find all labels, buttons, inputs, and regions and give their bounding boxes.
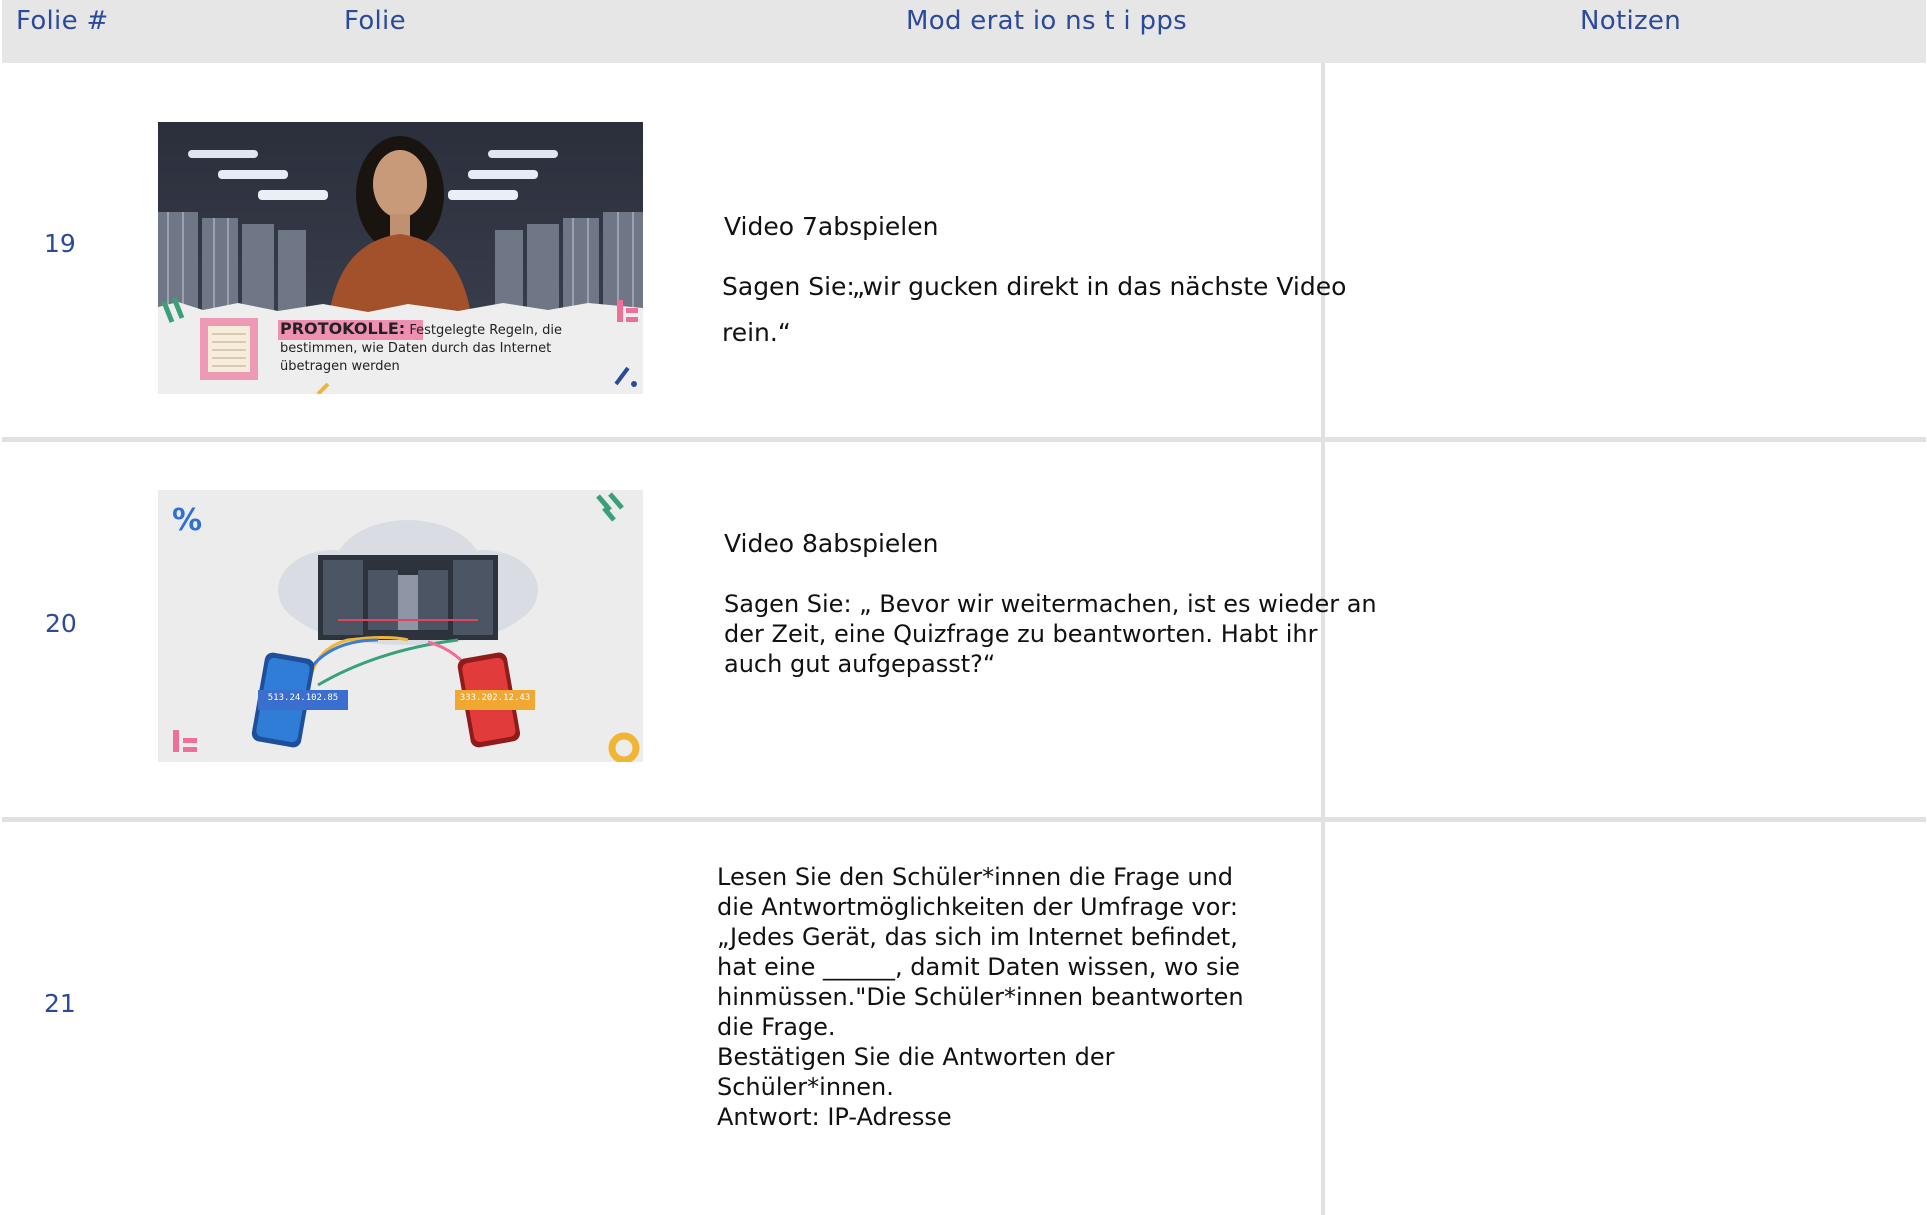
ip-label-right: 333.202.12.43	[459, 693, 531, 703]
moderation-say-text-continued: rein.“	[722, 318, 791, 347]
thumbnail-caption-line3: übetragen werden	[280, 359, 400, 374]
thumbnail-caption: PROTOKOLLE: Festgelegte Regeln, die best…	[280, 320, 640, 376]
thumbnail-caption-bold: PROTOKOLLE:	[280, 319, 406, 338]
moderation-title: Video 8abspielen	[724, 529, 939, 558]
table-header: Folie # Folie Mod erat io ns t i pps Not…	[2, 0, 1926, 63]
slide-thumbnail-19: PROTOKOLLE: Festgelegte Regeln, die best…	[158, 122, 643, 394]
header-moderationstipps: Mod erat io ns t i pps	[906, 6, 1187, 36]
moderation-say-text: „wir gucken direkt in das nächste Video	[852, 272, 1347, 301]
row-divider	[2, 817, 1926, 822]
thumbnail-caption-line2: bestimmen, wie Daten durch das Internet	[280, 341, 552, 356]
moderation-say-text: Sagen Sie: „ Bevor wir weitermachen, ist…	[724, 590, 1377, 678]
header-folie-number: Folie #	[16, 6, 109, 36]
moderation-say-prefix: Sagen Sie:	[722, 272, 855, 301]
svg-text:%: %	[172, 503, 202, 538]
row-divider	[2, 437, 1926, 442]
slide-number: 19	[44, 229, 76, 258]
header-folie: Folie	[344, 6, 406, 36]
ip-label-left: 513.24.102.85	[267, 693, 339, 703]
moderation-instructions: Lesen Sie den Schüler*innen die Frage un…	[717, 863, 1244, 1131]
slide-thumbnail-20: % 513.24.102.85 333.202.12.43	[158, 490, 643, 762]
slide-number: 20	[45, 609, 77, 638]
slide-number: 21	[44, 989, 76, 1018]
header-notizen: Notizen	[1580, 6, 1681, 36]
thumbnail-caption-line1: Festgelegte Regeln, die	[409, 323, 562, 338]
moderation-title: Video 7abspielen	[724, 212, 939, 241]
